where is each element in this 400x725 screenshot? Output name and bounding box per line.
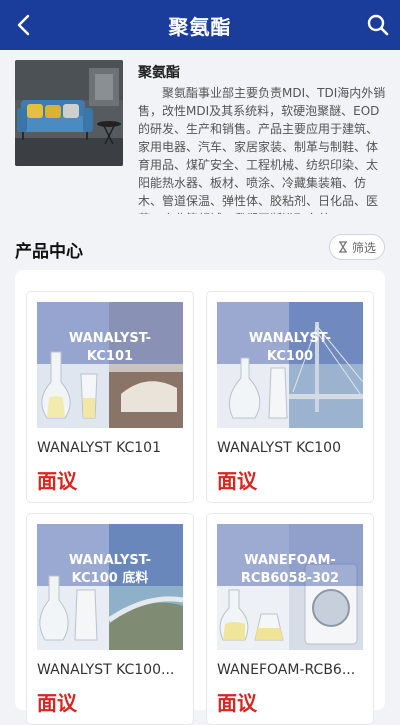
product-price: 面议 [217,691,257,715]
product-price: 面议 [37,469,77,493]
product-name: WANALYST KC100... [37,662,175,678]
product-image-label-line1: WANALYST- [69,553,151,568]
search-icon[interactable] [366,13,390,37]
product-card[interactable]: WANALYST- KC100 WANALYST KC100 面议 [206,291,374,503]
product-image: WANEFOAM- RCB6058-302 [217,524,363,650]
product-image: WANALYST- KC101 [37,302,183,428]
product-image-label-line2: RCB6058-302 [241,571,339,586]
division-description: 聚氨酯事业部主要负责MDI、TDI海内外销售，改性MDI及其系统料，软硬泡聚醚、… [138,86,386,214]
product-image-label-line1: WANALYST- [249,331,331,346]
product-name: WANEFOAM-RCB6... [217,662,356,678]
hourglass-icon [338,241,347,253]
division-name: 聚氨酯 [138,65,180,81]
product-image-label-line1: WANEFOAM- [244,553,336,568]
product-image-label-line2: KC101 [87,349,133,364]
product-image: WANALYST- KC100 [217,302,363,428]
product-name: WANALYST KC101 [37,440,161,456]
product-grid: WANALYST- KC101 WANALYST KC101 面议 WANALY… [15,270,385,725]
app-header: 聚氨酯 [0,0,400,50]
division-intro: 聚氨酯 聚氨酯事业部主要负责MDI、TDI海内外销售，改性MDI及其系统料，软硬… [0,50,400,228]
back-chevron-left-icon[interactable] [12,12,38,38]
product-image-label-line2: KC100 底料 [72,570,149,586]
product-card[interactable]: WANEFOAM- RCB6058-302 WANEFOAM-RCB6... 面… [206,513,374,725]
division-thumbnail-image [15,60,123,166]
product-price: 面议 [217,469,257,493]
product-image-label-line1: WANALYST- [69,331,151,346]
product-image: WANALYST- KC100 底料 [37,524,183,650]
filter-label: 筛选 [351,240,376,255]
section-title: 产品中心 [15,242,83,262]
product-card[interactable]: WANALYST- KC101 WANALYST KC101 面议 [26,291,194,503]
filter-button[interactable]: 筛选 [329,234,385,260]
product-price: 面议 [37,691,77,715]
product-card[interactable]: WANALYST- KC100 底料 WANALYST KC100... 面议 [26,513,194,725]
page-title: 聚氨酯 [168,14,232,39]
product-name: WANALYST KC100 [217,440,341,456]
product-image-label-line2: KC100 [267,349,313,364]
